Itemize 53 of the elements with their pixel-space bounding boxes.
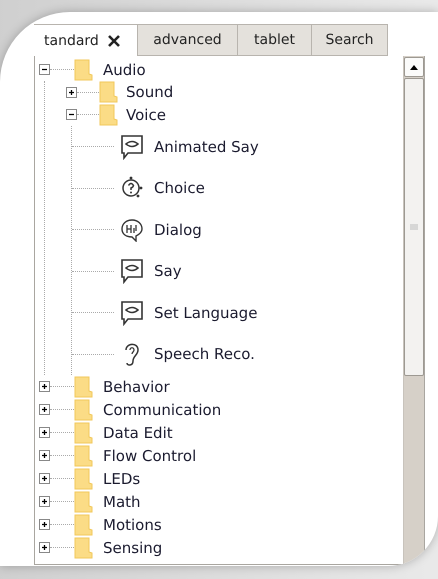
folder-icon [74, 58, 93, 80]
folder-label[interactable]: Flow Control [103, 446, 196, 464]
folder-label[interactable]: Data Edit [103, 424, 173, 442]
folder-label[interactable]: Math [103, 492, 141, 510]
folder-label[interactable]: Behavior [103, 378, 170, 396]
folder-label[interactable]: Sensing [103, 538, 162, 556]
tab[interactable]: Search [311, 24, 388, 56]
expand-icon[interactable] [39, 381, 50, 392]
collapse-icon[interactable] [39, 64, 50, 75]
folder-icon [74, 444, 93, 466]
folder-icon [74, 514, 93, 536]
scroll-up-button[interactable] [404, 57, 424, 77]
speech-bubble-icon [120, 300, 144, 326]
expand-icon[interactable] [39, 542, 50, 553]
expand-icon[interactable] [39, 519, 50, 530]
expand-icon[interactable] [39, 450, 50, 461]
folder-icon [74, 490, 93, 512]
block-label[interactable]: Choice [154, 179, 205, 198]
block-label[interactable]: Speech Reco. [154, 345, 255, 364]
scrollbar[interactable] [403, 56, 424, 564]
block-label[interactable]: Set Language [154, 304, 258, 322]
tab[interactable]: tablet [237, 24, 312, 56]
expand-icon[interactable] [39, 496, 50, 507]
folder-icon [74, 422, 93, 444]
tab[interactable]: advanced [137, 24, 238, 56]
block-label[interactable]: Animated Say [154, 138, 259, 156]
close-icon[interactable] [106, 34, 121, 48]
folder-icon [74, 536, 93, 558]
folder-icon [99, 104, 118, 126]
expand-icon[interactable] [39, 404, 50, 415]
expand-icon[interactable] [39, 427, 50, 438]
folder-icon [74, 468, 93, 490]
block-label[interactable]: Dialog [154, 220, 202, 239]
expand-icon[interactable] [66, 86, 77, 98]
folder-label[interactable]: Sound [126, 83, 174, 102]
folder-icon [74, 398, 93, 420]
folder-icon [74, 376, 93, 398]
folder-icon [99, 81, 118, 104]
folder-label[interactable]: Voice [126, 106, 166, 124]
grip-icon [410, 224, 418, 230]
folder-label[interactable]: Communication [103, 400, 222, 418]
speech-bubble-icon [120, 134, 144, 160]
folder-label[interactable]: Audio [103, 60, 146, 78]
question-icon [120, 176, 144, 200]
expand-icon[interactable] [39, 473, 50, 484]
collapse-icon[interactable] [66, 109, 77, 120]
speech-bubble-icon [120, 258, 144, 284]
scroll-thumb[interactable] [404, 78, 424, 376]
hi-bubble-icon [120, 218, 144, 242]
folder-label[interactable]: LEDs [103, 470, 140, 488]
up-arrow-icon [410, 64, 418, 70]
folder-label[interactable]: Motions [103, 516, 162, 534]
block-label[interactable]: Say [154, 262, 182, 280]
